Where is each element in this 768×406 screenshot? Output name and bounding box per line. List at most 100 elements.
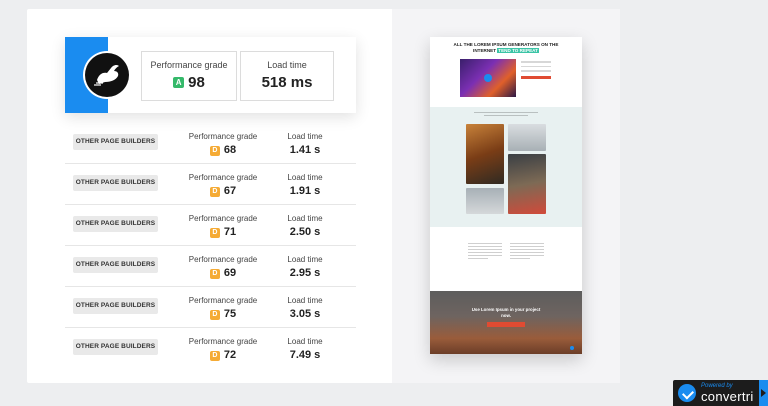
load-label: Load time bbox=[287, 173, 323, 182]
competitor-label: OTHER PAGE BUILDERS bbox=[73, 175, 158, 191]
competitor-label: OTHER PAGE BUILDERS bbox=[73, 339, 158, 355]
text-column bbox=[510, 243, 544, 261]
performance-value: D 75 bbox=[187, 308, 259, 320]
preview-headline: ALL THE LOREM IPSUM GENERATORS ON THE IN… bbox=[448, 42, 564, 54]
load-value: 2.95 s bbox=[289, 267, 321, 279]
performance-cell: Performance grade D 68 bbox=[187, 132, 259, 156]
table-row: OTHER PAGE BUILDERS Performance grade D6… bbox=[65, 123, 356, 164]
caption-line bbox=[483, 115, 529, 116]
load-label: Load time bbox=[287, 255, 323, 264]
table-row: OTHER PAGE BUILDERS Performance grade D7… bbox=[65, 328, 356, 368]
load-cell: Load time 1.91 s bbox=[281, 173, 329, 197]
performance-value: D 72 bbox=[187, 349, 259, 361]
load-value: 2.50 s bbox=[289, 226, 321, 238]
powered-by-brand: convertri bbox=[701, 389, 754, 404]
preview-headline-highlight: TEND TO REPEAT bbox=[497, 48, 539, 53]
table-row: OTHER PAGE BUILDERS Performance grade D6… bbox=[65, 246, 356, 287]
load-cell: Load time 2.50 s bbox=[281, 214, 329, 238]
grade-badge: D bbox=[209, 269, 220, 279]
text-line bbox=[468, 249, 502, 250]
text-column bbox=[468, 243, 502, 261]
form-line bbox=[521, 65, 551, 67]
text-line bbox=[468, 243, 502, 244]
performance-score: 68 bbox=[223, 144, 237, 156]
preview-cta-section: Use Lorem Ipsum in your project now. bbox=[430, 291, 582, 354]
performance-label: Performance grade bbox=[188, 173, 258, 182]
competitor-label: OTHER PAGE BUILDERS bbox=[73, 134, 158, 150]
form-line bbox=[521, 70, 551, 72]
load-cell: Load time 3.05 s bbox=[281, 296, 329, 320]
preview-gallery-section bbox=[430, 107, 582, 227]
preview-dot-icon bbox=[570, 346, 574, 350]
load-label: Load time bbox=[287, 337, 323, 346]
performance-value: A 98 bbox=[142, 74, 236, 91]
grade-badge: A bbox=[173, 77, 185, 88]
performance-value: D 71 bbox=[187, 226, 259, 238]
preview-image bbox=[466, 188, 504, 214]
performance-value: D 69 bbox=[187, 267, 259, 279]
load-value: 1.91 s bbox=[289, 185, 321, 197]
performance-cell: Performance grade D 75 bbox=[187, 296, 259, 320]
performance-score: 67 bbox=[223, 185, 237, 197]
grade-badge: D bbox=[209, 146, 220, 156]
performance-cell: Performance grade D 67 bbox=[187, 173, 259, 197]
text-line bbox=[468, 252, 502, 253]
load-value: 518 ms bbox=[261, 74, 313, 91]
performance-score: 75 bbox=[223, 308, 237, 320]
table-row: OTHER PAGE BUILDERS Performance grade D7… bbox=[65, 205, 356, 246]
preview-cta-button bbox=[487, 322, 525, 327]
performance-score: 72 bbox=[223, 349, 237, 361]
grade-badge: D bbox=[209, 310, 220, 320]
gallery-caption bbox=[474, 112, 538, 118]
preview-image bbox=[508, 154, 546, 214]
text-line bbox=[510, 255, 544, 256]
rabbit-icon bbox=[85, 53, 129, 97]
table-row: OTHER PAGE BUILDERS Performance grade D6… bbox=[65, 164, 356, 205]
performance-label: Performance grade bbox=[188, 214, 258, 223]
play-icon bbox=[484, 74, 492, 82]
competitor-rows: OTHER PAGE BUILDERS Performance grade D6… bbox=[65, 123, 356, 368]
check-circle-icon bbox=[678, 384, 696, 402]
performance-cell: Performance grade D 71 bbox=[187, 214, 259, 238]
website-preview: ALL THE LOREM IPSUM GENERATORS ON THE IN… bbox=[430, 37, 582, 354]
powered-by-badge[interactable]: Powered by convertri bbox=[673, 380, 768, 406]
performance-score: 69 bbox=[223, 267, 237, 279]
performance-label: Performance grade bbox=[188, 132, 258, 141]
preview-text-section bbox=[430, 227, 582, 291]
text-line bbox=[468, 258, 489, 259]
text-line bbox=[510, 252, 544, 253]
performance-value: D 68 bbox=[187, 144, 259, 156]
preview-video-thumbnail bbox=[460, 59, 516, 97]
load-cell: Load time 1.41 s bbox=[281, 132, 329, 156]
chevron-right-icon bbox=[759, 380, 768, 406]
performance-value: D 67 bbox=[187, 185, 259, 197]
load-cell: Load time 7.49 s bbox=[281, 337, 329, 361]
performance-label: Performance grade bbox=[150, 60, 228, 70]
competitor-label: OTHER PAGE BUILDERS bbox=[73, 298, 158, 314]
text-line bbox=[510, 249, 544, 250]
performance-grade-box: Performance grade A 98 bbox=[141, 51, 237, 101]
load-value: 7.49 s bbox=[289, 349, 321, 361]
preview-cta-text: Use Lorem Ipsum in your project now. bbox=[471, 307, 541, 318]
form-button bbox=[521, 75, 551, 79]
load-label: Load time bbox=[287, 132, 323, 141]
grade-badge: D bbox=[209, 228, 220, 238]
text-line bbox=[468, 246, 502, 247]
performance-cell: Performance grade D 69 bbox=[187, 255, 259, 279]
load-time-box: Load time 518 ms bbox=[240, 51, 334, 101]
text-line bbox=[510, 258, 531, 259]
performance-label: Performance grade bbox=[188, 337, 258, 346]
load-label: Load time bbox=[287, 296, 323, 305]
performance-score: 71 bbox=[223, 226, 237, 238]
load-label: Load time bbox=[287, 214, 323, 223]
performance-score: 98 bbox=[188, 74, 205, 91]
load-label: Load time bbox=[267, 60, 307, 70]
text-line bbox=[510, 246, 544, 247]
performance-label: Performance grade bbox=[188, 255, 258, 264]
load-value: 1.41 s bbox=[289, 144, 321, 156]
preview-form bbox=[521, 61, 551, 95]
preview-image bbox=[466, 124, 504, 184]
form-line bbox=[521, 61, 551, 63]
grade-badge: D bbox=[209, 351, 220, 361]
table-row: OTHER PAGE BUILDERS Performance grade D7… bbox=[65, 287, 356, 328]
